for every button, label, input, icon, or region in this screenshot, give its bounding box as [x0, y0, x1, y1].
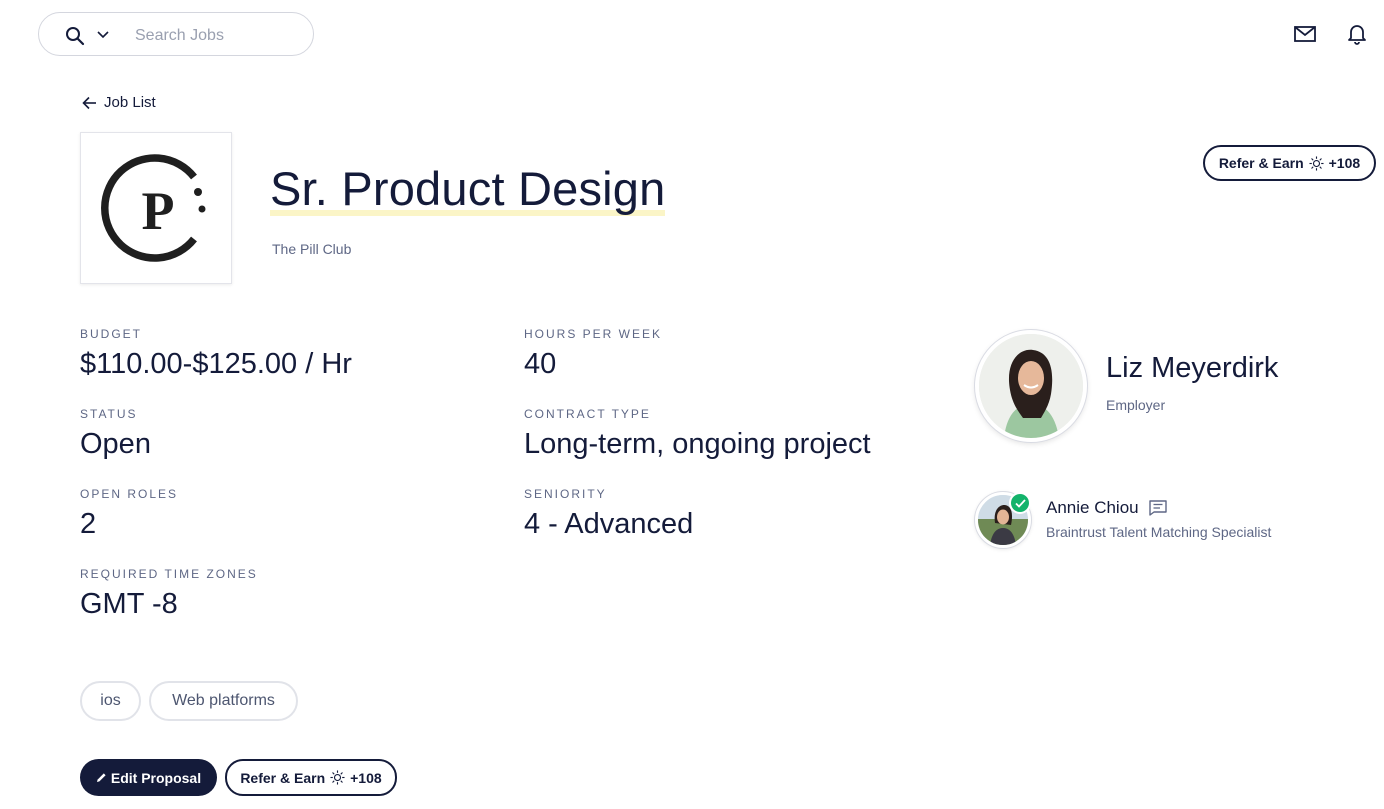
contract-type-value: Long-term, ongoing project [524, 428, 871, 460]
token-icon [330, 770, 345, 785]
status-value: Open [80, 428, 151, 460]
token-icon [1309, 155, 1324, 171]
employer-avatar[interactable] [975, 330, 1087, 442]
edit-proposal-button[interactable]: Edit Proposal [80, 759, 217, 796]
refer-earn-button-bottom[interactable]: Refer & Earn +108 [225, 759, 397, 796]
hours-label: HOURS PER WEEK [524, 327, 663, 341]
budget-label: BUDGET [80, 327, 143, 341]
budget-field: BUDGET $110.00-$125.00 / Hr [80, 327, 352, 381]
search-bar[interactable] [38, 12, 314, 56]
budget-value: $110.00-$125.00 / Hr [80, 348, 352, 380]
search-icon[interactable] [65, 26, 85, 46]
skill-tag[interactable]: Web platforms [149, 681, 298, 721]
skill-tag[interactable]: ios [80, 681, 141, 721]
time-zones-field: REQUIRED TIME ZONES GMT -8 [80, 567, 258, 621]
status-label: STATUS [80, 407, 138, 421]
job-title: Sr. Product Design [270, 158, 666, 220]
refer-earn-label: Refer & Earn [1218, 155, 1304, 171]
specialist-role: Braintrust Talent Matching Specialist [1046, 524, 1272, 540]
employer-name[interactable]: Liz Meyerdirk [1106, 352, 1278, 385]
contract-type-field: CONTRACT TYPE Long-term, ongoing project [524, 407, 871, 461]
bell-icon[interactable] [1347, 23, 1367, 45]
refer-earn-points: +108 [1328, 155, 1361, 171]
seniority-value: 4 - Advanced [524, 508, 694, 540]
open-roles-field: OPEN ROLES 2 [80, 487, 178, 541]
hours-value: 40 [524, 348, 557, 380]
mail-icon[interactable] [1294, 24, 1316, 44]
time-zones-value: GMT -8 [80, 588, 178, 620]
pencil-icon [96, 773, 106, 782]
time-zones-label: REQUIRED TIME ZONES [80, 567, 258, 581]
company-logo: P [80, 132, 232, 284]
refer-earn-label: Refer & Earn [240, 769, 326, 786]
verified-badge [1009, 492, 1031, 514]
contract-type-label: CONTRACT TYPE [524, 407, 651, 421]
pill-club-logo: P [101, 154, 206, 262]
chevron-down-icon[interactable] [97, 30, 109, 40]
refer-earn-button-top[interactable]: Refer & Earn +108 [1203, 145, 1376, 181]
specialist-name-row: Annie Chiou [1046, 498, 1167, 518]
logo-letter: P [142, 181, 175, 241]
back-to-job-list-link[interactable]: Job List [82, 94, 156, 111]
employer-role: Employer [1106, 397, 1166, 413]
back-link-label: Job List [104, 94, 156, 111]
open-roles-value: 2 [80, 508, 97, 540]
hours-field: HOURS PER WEEK 40 [524, 327, 662, 381]
seniority-label: SENIORITY [524, 487, 607, 501]
arrow-left-icon [82, 96, 96, 109]
edit-proposal-label: Edit Proposal [110, 769, 202, 786]
specialist-name[interactable]: Annie Chiou [1046, 498, 1139, 518]
open-roles-label: OPEN ROLES [80, 487, 179, 501]
search-input[interactable] [133, 23, 307, 49]
seniority-field: SENIORITY 4 - Advanced [524, 487, 693, 541]
refer-earn-points: +108 [350, 769, 382, 786]
job-title-wrap: Sr. Product Design [270, 158, 666, 220]
company-name: The Pill Club [272, 241, 352, 257]
message-icon[interactable] [1148, 500, 1167, 516]
status-field: STATUS Open [80, 407, 151, 461]
check-icon [1014, 498, 1026, 508]
